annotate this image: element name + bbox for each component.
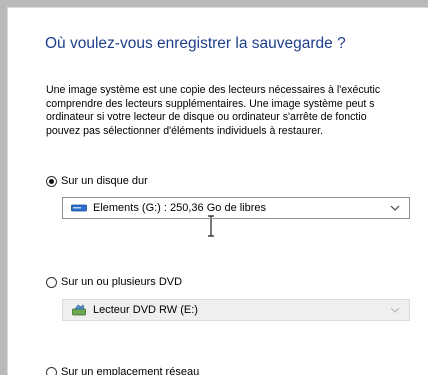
backup-destination-panel: Où voulez-vous enregistrer la sauvegarde… bbox=[7, 7, 428, 375]
dvd-drive-icon bbox=[70, 303, 88, 317]
radio-label-hard-disk: Sur un disque dur bbox=[61, 175, 148, 187]
radio-button-dvd[interactable] bbox=[46, 277, 57, 288]
hard-disk-select[interactable]: Elements (G:) : 250,36 Go de libres bbox=[62, 197, 410, 219]
dvd-select[interactable]: Lecteur DVD RW (E:) bbox=[62, 299, 410, 321]
drive-icon bbox=[70, 201, 88, 215]
dvd-select-value: Lecteur DVD RW (E:) bbox=[93, 304, 388, 316]
chevron-down-icon[interactable] bbox=[388, 201, 402, 215]
description-text: Une image système est une copie des lect… bbox=[46, 84, 428, 138]
radio-button-hard-disk[interactable] bbox=[46, 176, 57, 187]
description-line: ordinateur si votre lecteur de disque ou… bbox=[46, 111, 428, 125]
mouse-cursor-icon bbox=[204, 215, 218, 237]
radio-label-dvd: Sur un ou plusieurs DVD bbox=[61, 276, 182, 288]
hard-disk-select-value: Elements (G:) : 250,36 Go de libres bbox=[93, 202, 388, 214]
chevron-down-icon[interactable] bbox=[388, 303, 402, 317]
description-line: comprendre des lecteurs supplémentaires.… bbox=[46, 98, 428, 112]
radio-option-hard-disk[interactable]: Sur un disque dur bbox=[46, 175, 148, 187]
page-title: Où voulez-vous enregistrer la sauvegarde… bbox=[45, 35, 346, 53]
description-line: Une image système est une copie des lect… bbox=[46, 84, 428, 98]
description-line: pouvez pas sélectionner d'éléments indiv… bbox=[46, 125, 428, 139]
radio-option-dvd[interactable]: Sur un ou plusieurs DVD bbox=[46, 276, 182, 288]
